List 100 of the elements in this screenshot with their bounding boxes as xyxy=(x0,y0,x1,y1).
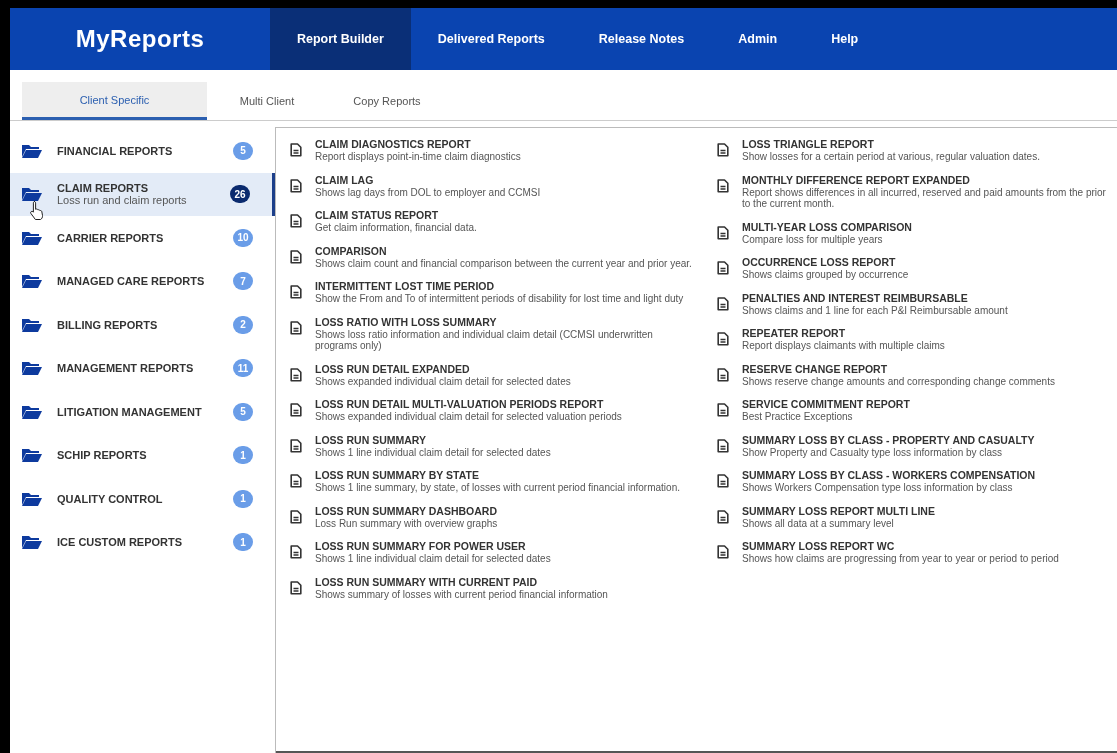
report-title: SUMMARY LOSS BY CLASS - WORKERS COMPENSATION xyxy=(742,469,1036,482)
category-label: FINANCIAL REPORTS xyxy=(57,144,174,157)
count-badge: 2 xyxy=(233,315,253,334)
report-description: Shows loss ratio information and individual claim detail (CCMSI underwritten programs only) xyxy=(315,328,654,352)
report-description: Shows claim count and financial comparison between the current year and prior year. xyxy=(315,257,692,269)
sidebar-item[interactable]: QUALITY CONTROL 1 xyxy=(10,477,275,521)
report-title: SERVICE COMMITMENT REPORT xyxy=(742,398,910,411)
report-item[interactable]: SUMMARY LOSS BY CLASS - PROPERTY AND CASUALTY Show Property and Casualty type loss information by class xyxy=(717,433,1117,458)
sidebar-item[interactable]: ICE CUSTOM REPORTS 1 xyxy=(10,520,275,564)
document-icon xyxy=(290,509,302,524)
sidebar-item[interactable]: SCHIP REPORTS 1 xyxy=(10,433,275,477)
report-description: Shows claims and 1 line for each P&I Reimbursable amount xyxy=(742,304,1008,316)
document-icon xyxy=(290,249,302,264)
report-title: LOSS RUN SUMMARY WITH CURRENT PAID xyxy=(315,575,539,589)
nav-link[interactable]: Help xyxy=(804,8,886,70)
count-badge: 11 xyxy=(233,359,253,378)
report-description: Shows Workers Compensation type loss information by class xyxy=(742,482,1014,494)
report-description: Show losses for a certain period at various, regular valuation dates. xyxy=(742,151,1040,163)
nav-link[interactable]: Release Notes xyxy=(571,8,712,70)
sidebar-item[interactable]: FINANCIAL REPORTS 5 xyxy=(10,129,275,173)
report-item[interactable]: SUMMARY LOSS BY CLASS - WORKERS COMPENSATION Shows Workers Compensation type loss information by class xyxy=(717,469,1117,494)
report-item[interactable]: LOSS RUN SUMMARY WITH CURRENT PAID Shows summary of losses with current period financial information xyxy=(290,575,701,600)
report-item[interactable]: LOSS RUN SUMMARY FOR POWER USER Shows 1 line individual claim detail for selected dates xyxy=(290,540,701,565)
report-title: MONTHLY DIFFERENCE REPORT EXPANDED xyxy=(742,173,971,187)
report-item[interactable]: LOSS RUN SUMMARY Shows 1 line individual claim detail for selected dates xyxy=(290,433,701,458)
document-icon xyxy=(290,580,302,595)
report-title: SUMMARY LOSS REPORT WC xyxy=(742,540,896,553)
category-label: CLAIM REPORTS xyxy=(57,182,150,195)
report-item[interactable]: LOSS RATIO WITH LOSS SUMMARY Shows loss ratio information and individual claim detail (CCMSI underwritten programs only) xyxy=(290,315,701,352)
report-item[interactable]: MULTI-YEAR LOSS COMPARISON Compare loss for multiple years xyxy=(717,220,1117,245)
sidebar-item[interactable]: CARRIER REPORTS 10 xyxy=(10,216,275,260)
tab[interactable]: Multi Client xyxy=(207,82,327,120)
sidebar-item[interactable]: MANAGED CARE REPORTS 7 xyxy=(10,259,275,303)
report-item[interactable]: LOSS RUN DETAIL MULTI-VALUATION PERIODS REPORT Shows expanded individual claim detail for selected valuation periods xyxy=(290,398,701,423)
report-title: MULTI-YEAR LOSS COMPARISON xyxy=(742,220,912,234)
tab[interactable]: Copy Reports xyxy=(327,82,447,120)
report-description: Shows expanded individual claim detail for selected valuation periods xyxy=(315,411,622,423)
report-description: Shows 1 line summary, by state, of losses with current period financial information. xyxy=(315,482,680,494)
document-icon xyxy=(290,474,302,488)
report-item[interactable]: RESERVE CHANGE REPORT Shows reserve change amounts and corresponding change comments xyxy=(717,362,1117,387)
report-item[interactable]: MONTHLY DIFFERENCE REPORT EXPANDED Report shows differences in all incurred, reserved and paid amounts from the prior to the current month. xyxy=(717,173,1117,210)
document-icon xyxy=(290,320,302,335)
report-item[interactable]: COMPARISON Shows claim count and financial comparison between the current year and prior year. xyxy=(290,244,701,269)
count-badge: 1 xyxy=(233,489,253,508)
report-title: LOSS RATIO WITH LOSS SUMMARY xyxy=(315,315,498,329)
report-title: SUMMARY LOSS REPORT MULTI LINE xyxy=(742,504,935,518)
report-item[interactable]: CLAIM STATUS REPORT Get claim information, financial data. xyxy=(290,209,701,234)
category-label: LITIGATION MANAGEMENT xyxy=(57,405,203,418)
report-description: Shows summary of losses with current period financial information xyxy=(315,588,608,600)
report-title: LOSS RUN SUMMARY DASHBOARD xyxy=(315,504,498,518)
report-item[interactable]: SERVICE COMMITMENT REPORT Best Practice Exceptions xyxy=(717,398,1117,423)
report-description: Shows expanded individual claim detail for selected dates xyxy=(315,375,571,387)
report-description: Loss Run summary with overview graphs xyxy=(315,517,498,529)
report-item[interactable]: CLAIM DIAGNOSTICS REPORT Report displays point-in-time claim diagnostics xyxy=(290,138,701,163)
app-logo[interactable]: MyReports xyxy=(75,25,205,53)
report-item[interactable]: SUMMARY LOSS REPORT MULTI LINE Shows all data at a summary level xyxy=(717,504,1117,529)
document-icon xyxy=(717,143,729,157)
report-item[interactable]: SUMMARY LOSS REPORT WC Shows how claims are progressing from year to year or period to period xyxy=(717,540,1117,565)
report-title: CLAIM STATUS REPORT xyxy=(315,209,440,222)
count-badge: 7 xyxy=(233,272,253,291)
category-label: CARRIER REPORTS xyxy=(57,231,165,244)
tab[interactable]: Client Specific xyxy=(22,82,207,120)
report-item[interactable]: LOSS TRIANGLE REPORT Show losses for a certain period at various, regular valuation dates. xyxy=(717,138,1117,163)
report-description: Show the From and To of intermittent periods of disability for lost time and light duty xyxy=(315,293,684,305)
document-icon xyxy=(717,438,729,453)
report-title: LOSS RUN SUMMARY BY STATE xyxy=(315,469,480,482)
report-item[interactable]: OCCURRENCE LOSS REPORT Shows claims grouped by occurrence xyxy=(717,256,1117,281)
count-badge: 5 xyxy=(233,141,253,160)
report-item[interactable]: LOSS RUN SUMMARY DASHBOARD Loss Run summary with overview graphs xyxy=(290,504,701,529)
count-badge: 26 xyxy=(230,185,250,204)
report-item[interactable]: LOSS RUN DETAIL EXPANDED Shows expanded individual claim detail for selected dates xyxy=(290,362,701,387)
document-icon xyxy=(290,214,302,228)
nav-link[interactable]: Delivered Reports xyxy=(410,8,572,70)
category-subtitle: Loss run and claim reports xyxy=(57,194,188,207)
sidebar-item[interactable]: MANAGEMENT REPORTS 11 xyxy=(10,346,275,390)
report-item[interactable]: PENALTIES AND INTEREST REIMBURSABLE Shows claims and 1 line for each P&I Reimbursable amount xyxy=(717,291,1117,316)
hand-cursor-icon xyxy=(29,199,45,220)
report-description: Report shows differences in all incurred, reserved and paid amounts from the prior to the current month. xyxy=(742,186,1107,210)
report-item[interactable]: CLAIM LAG Shows lag days from DOL to employer and CCMSI xyxy=(290,173,701,198)
nav-link[interactable]: Report Builder xyxy=(270,8,411,70)
report-title: REPEATER REPORT xyxy=(742,327,847,340)
document-icon xyxy=(717,225,729,240)
report-title: LOSS RUN DETAIL EXPANDED xyxy=(315,362,471,376)
report-item[interactable]: LOSS RUN SUMMARY BY STATE Shows 1 line summary, by state, of losses with current period financial information. xyxy=(290,469,701,494)
category-label: ICE CUSTOM REPORTS xyxy=(57,536,184,549)
sidebar-item[interactable]: LITIGATION MANAGEMENT 5 xyxy=(10,390,275,434)
sidebar-item[interactable]: BILLING REPORTS 2 xyxy=(10,303,275,347)
report-title: CLAIM DIAGNOSTICS REPORT xyxy=(315,138,472,151)
folder-icon xyxy=(22,230,42,245)
folder-icon xyxy=(22,317,42,332)
nav-link[interactable]: Admin xyxy=(711,8,805,70)
report-item[interactable]: INTERMITTENT LOST TIME PERIOD Show the From and To of intermittent periods of disability for lost time and light duty xyxy=(290,280,701,305)
document-icon xyxy=(290,438,302,453)
folder-icon xyxy=(22,535,42,550)
count-badge: 1 xyxy=(233,446,253,465)
report-title: LOSS RUN DETAIL MULTI-VALUATION PERIODS REPORT xyxy=(315,398,605,411)
report-description: Show Property and Casualty type loss information by class xyxy=(742,446,1004,458)
report-title: LOSS TRIANGLE REPORT xyxy=(742,138,875,151)
document-icon xyxy=(717,178,729,193)
report-item[interactable]: REPEATER REPORT Report displays claimants with multiple claims xyxy=(717,327,1117,352)
